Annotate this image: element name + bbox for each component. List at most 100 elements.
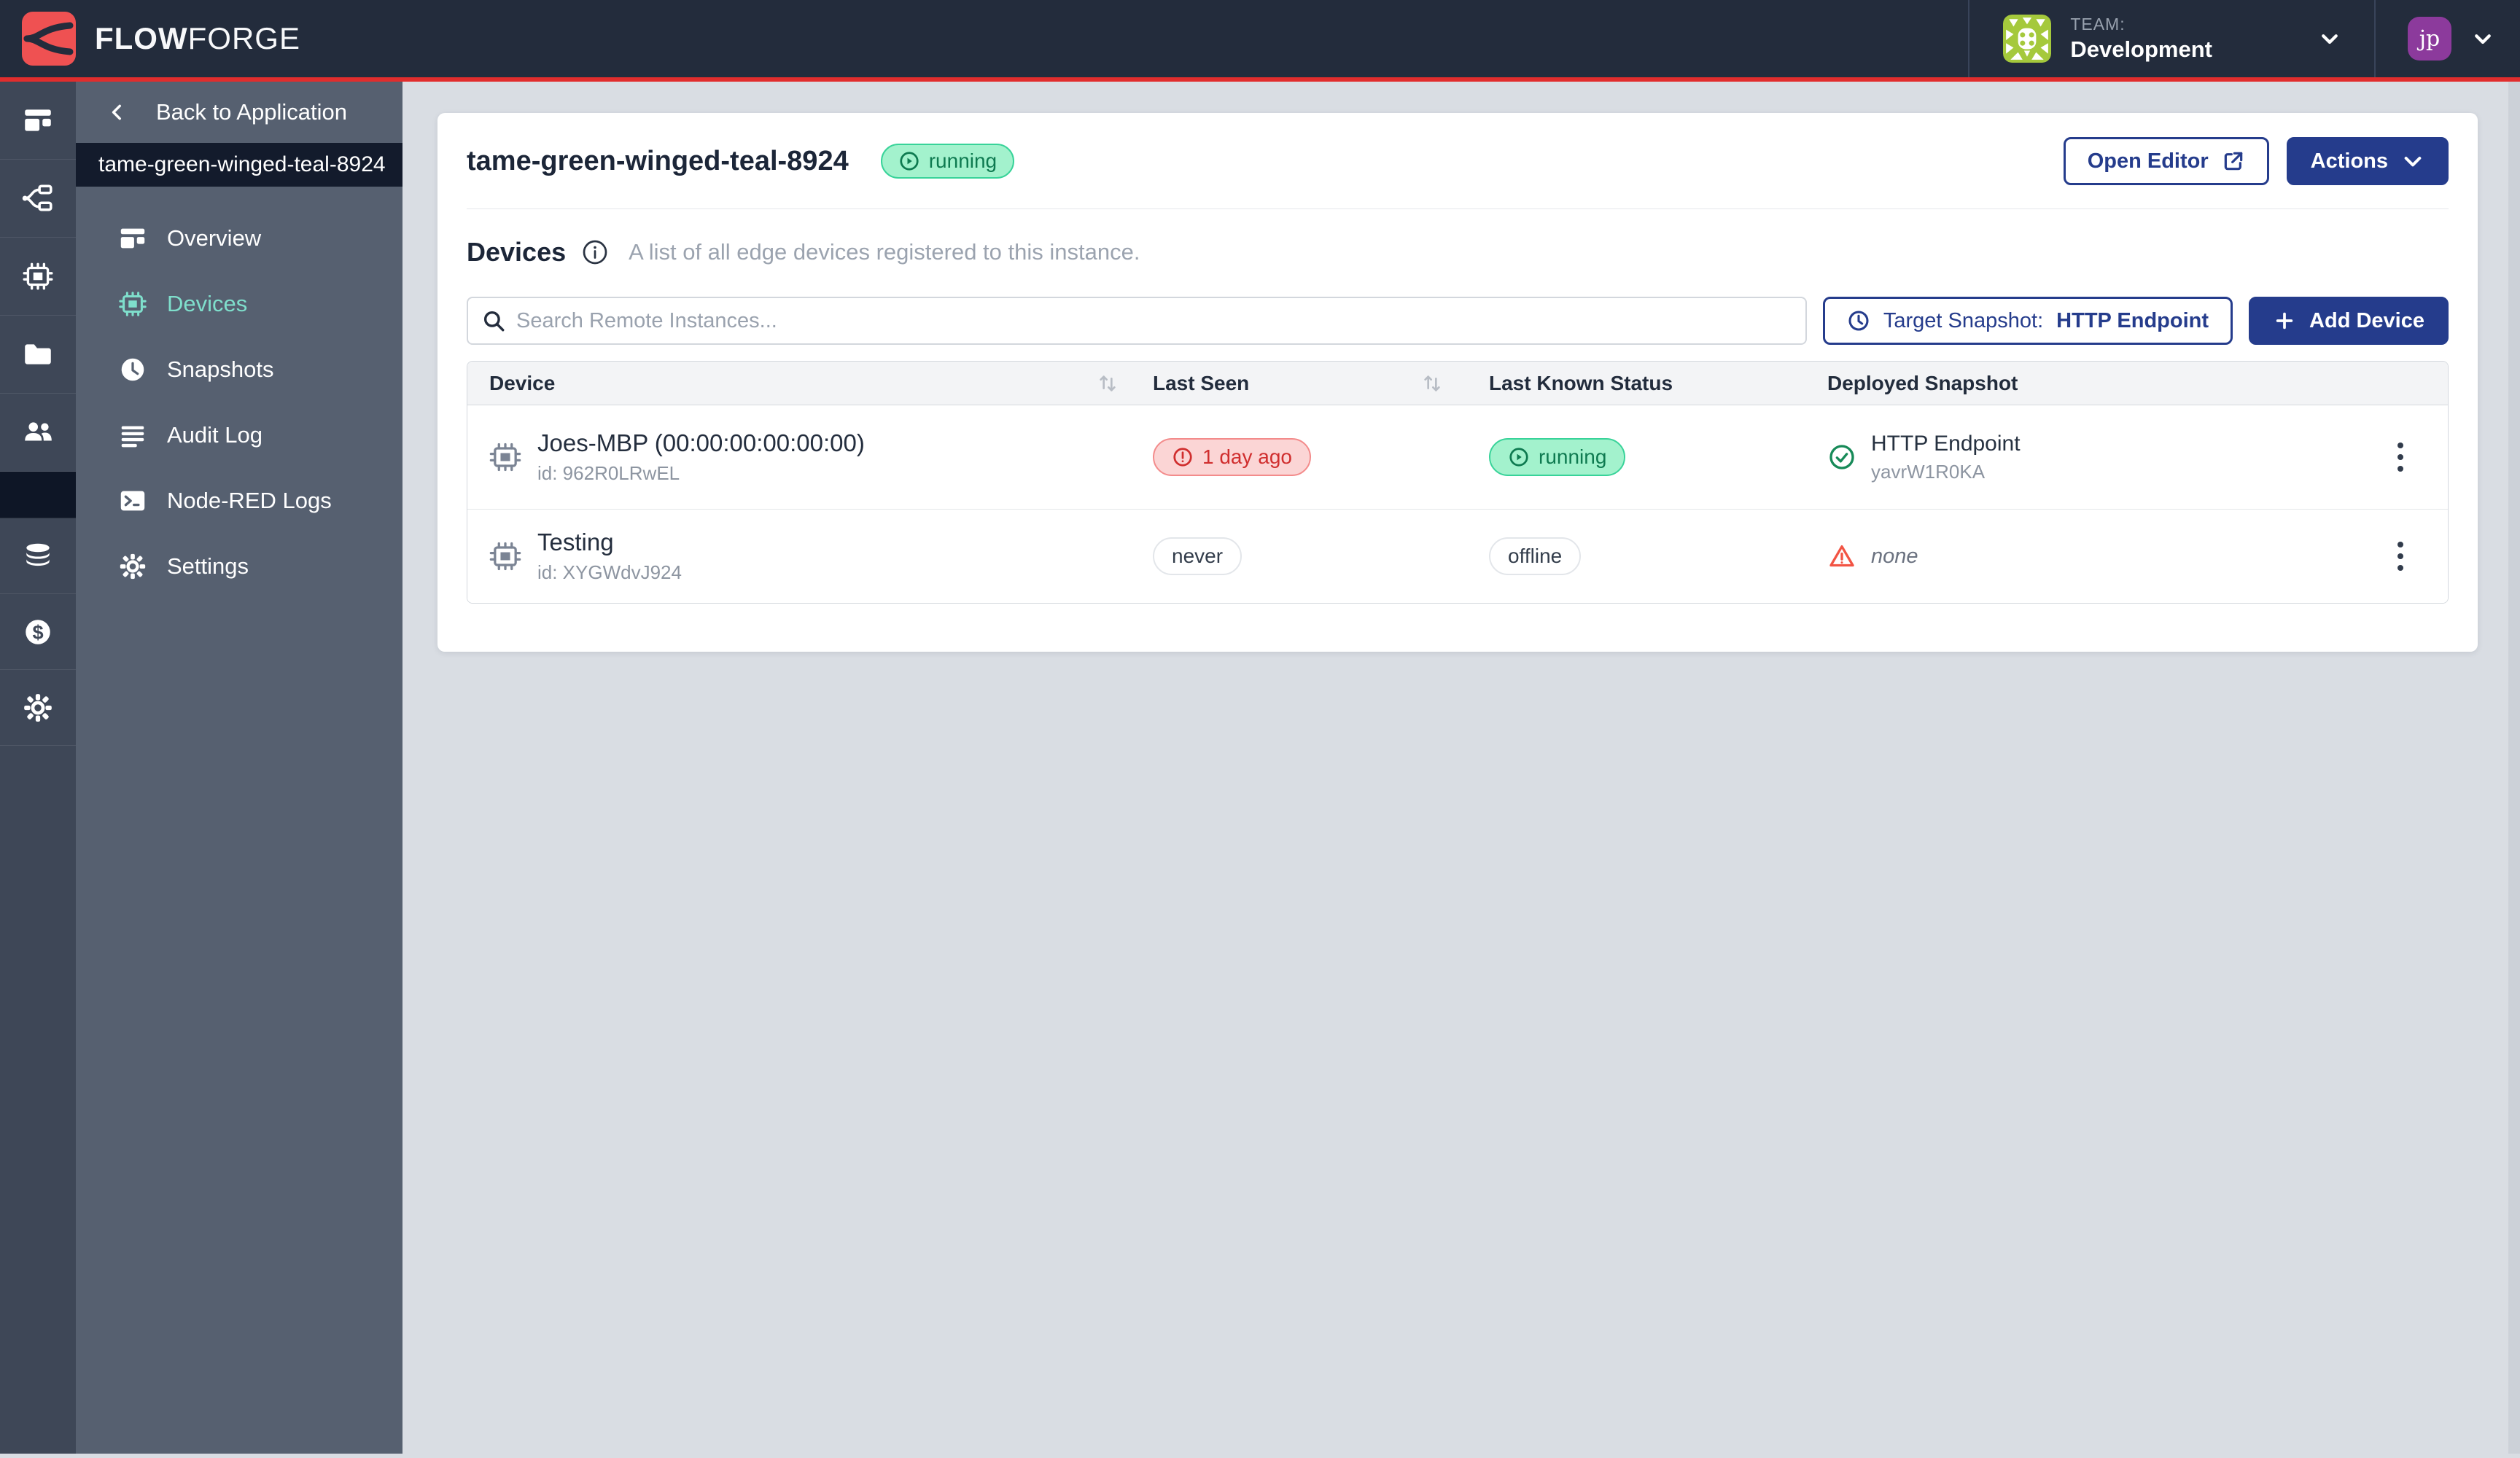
rail-item-team-settings[interactable] — [0, 670, 76, 746]
sidebar-item-audit-log[interactable]: Audit Log — [76, 402, 402, 468]
open-editor-button[interactable]: Open Editor — [2064, 137, 2269, 185]
device-name[interactable]: Joes-MBP (00:00:00:00:00:00) — [537, 429, 865, 457]
sidebar-item-devices[interactable]: Devices — [76, 271, 402, 337]
sort-icon[interactable] — [1096, 372, 1119, 395]
chip-icon — [21, 260, 55, 293]
rail-item-billing[interactable]: $ — [0, 594, 76, 670]
device-id: id: XYGWdvJ924 — [537, 561, 682, 584]
top-header: FLOWFORGE TEAM: — [0, 0, 2520, 82]
info-icon[interactable] — [582, 239, 608, 265]
rail-item-members[interactable] — [0, 394, 76, 472]
chevron-left-icon — [108, 103, 127, 122]
add-device-label: Add Device — [2309, 309, 2424, 333]
instance-name[interactable]: tame-green-winged-teal-8924 — [76, 143, 402, 187]
gear-icon — [21, 691, 55, 725]
target-snapshot-button[interactable]: Target Snapshot: HTTP Endpoint — [1823, 297, 2233, 345]
team-selector[interactable]: TEAM: Development — [1968, 0, 2376, 77]
target-snapshot-value: HTTP Endpoint — [2056, 309, 2209, 333]
sidebar-item-settings[interactable]: Settings — [76, 534, 402, 599]
rail-item-library[interactable] — [0, 316, 76, 394]
column-header-last-seen[interactable]: Last Seen — [1153, 372, 1249, 395]
alert-circle-icon — [1172, 446, 1194, 468]
device-status-label: offline — [1508, 545, 1562, 568]
column-header-snapshot[interactable]: Deployed Snapshot — [1827, 372, 2018, 395]
last-seen-badge: never — [1153, 537, 1242, 575]
section-title: Devices — [467, 237, 566, 268]
column-header-device[interactable]: Device — [489, 372, 555, 395]
rail-item-pipelines[interactable] — [0, 160, 76, 238]
back-label: Back to Application — [156, 99, 347, 125]
instance-sidebar: Back to Application tame-green-winged-te… — [76, 82, 402, 1454]
instance-card: tame-green-winged-teal-8924 running Open… — [438, 113, 2478, 652]
search-input[interactable] — [467, 297, 1807, 345]
device-status-badge: offline — [1489, 537, 1581, 575]
flowforge-logo-icon — [22, 12, 76, 66]
scrollbar[interactable] — [2508, 82, 2520, 1454]
avatar: jp — [2408, 17, 2451, 61]
chevron-down-icon — [2401, 149, 2424, 173]
pipeline-icon — [21, 182, 55, 215]
rail-item-active-section[interactable] — [0, 472, 76, 518]
table-row[interactable]: Joes-MBP (00:00:00:00:00:00) id: 962R0LR… — [467, 405, 2448, 510]
back-to-application[interactable]: Back to Application — [76, 82, 402, 143]
last-seen-badge: 1 day ago — [1153, 438, 1311, 476]
device-status-badge: running — [1489, 438, 1625, 476]
search-box — [467, 297, 1807, 345]
last-seen-label: 1 day ago — [1202, 445, 1292, 469]
user-menu[interactable]: jp — [2376, 17, 2494, 61]
sidebar-item-label: Overview — [167, 225, 261, 252]
sidebar-item-node-red-logs[interactable]: Node-RED Logs — [76, 468, 402, 534]
row-options-kebab-icon[interactable] — [2353, 542, 2448, 571]
row-options-kebab-icon[interactable] — [2353, 443, 2448, 472]
section-description: A list of all edge devices registered to… — [629, 239, 1140, 265]
clock-icon — [1847, 309, 1870, 332]
main-content: tame-green-winged-teal-8924 running Open… — [402, 82, 2520, 1454]
plus-icon — [2273, 309, 2296, 332]
rail-item-overview[interactable] — [0, 82, 76, 160]
status-badge: running — [881, 144, 1014, 179]
chip-icon — [117, 289, 148, 319]
snapshot-name: none — [1871, 545, 1918, 569]
sort-icon[interactable] — [1420, 372, 1444, 395]
terminal-icon — [117, 486, 148, 516]
grid-icon — [117, 223, 148, 254]
team-avatar — [2003, 15, 2051, 63]
brand[interactable]: FLOWFORGE — [22, 12, 300, 66]
device-name[interactable]: Testing — [537, 529, 682, 556]
brand-title-bold: FLOW — [95, 21, 188, 55]
device-status-label: running — [1539, 445, 1606, 469]
last-seen-label: never — [1172, 545, 1223, 568]
actions-button[interactable]: Actions — [2287, 137, 2449, 185]
brand-title: FLOWFORGE — [95, 21, 300, 56]
sidebar-item-overview[interactable]: Overview — [76, 206, 402, 271]
play-circle-icon — [898, 150, 920, 172]
grid-icon — [21, 104, 55, 137]
search-icon — [481, 308, 506, 333]
table-row[interactable]: Testing id: XYGWdvJ924 never offline — [467, 510, 2448, 603]
sidebar-item-label: Audit Log — [167, 422, 262, 448]
target-snapshot-label: Target Snapshot: — [1883, 309, 2043, 333]
svg-text:$: $ — [32, 620, 43, 643]
column-header-status[interactable]: Last Known Status — [1489, 372, 1673, 395]
add-device-button[interactable]: Add Device — [2249, 297, 2449, 345]
team-label: TEAM: — [2070, 15, 2212, 34]
status-badge-label: running — [929, 149, 997, 173]
brand-title-light: FORGE — [188, 21, 300, 55]
sidebar-item-label: Snapshots — [167, 356, 274, 383]
team-icon-rail: $ — [0, 82, 76, 1454]
device-chip-icon — [488, 440, 523, 475]
open-editor-label: Open Editor — [2088, 149, 2209, 174]
sidebar-item-snapshots[interactable]: Snapshots — [76, 337, 402, 402]
warning-triangle-icon — [1827, 542, 1856, 571]
snapshot-id: yavrW1R0KA — [1871, 461, 2021, 483]
play-circle-icon — [1508, 446, 1530, 468]
device-chip-icon — [488, 539, 523, 574]
billing-icon: $ — [21, 615, 55, 649]
rail-item-devices[interactable] — [0, 238, 76, 316]
page-title: tame-green-winged-teal-8924 — [467, 146, 849, 177]
chevron-down-icon — [2472, 28, 2494, 50]
sidebar-item-label: Settings — [167, 553, 249, 580]
audit-log-icon — [117, 420, 148, 451]
database-icon — [21, 539, 55, 573]
rail-item-library-storage[interactable] — [0, 518, 76, 594]
